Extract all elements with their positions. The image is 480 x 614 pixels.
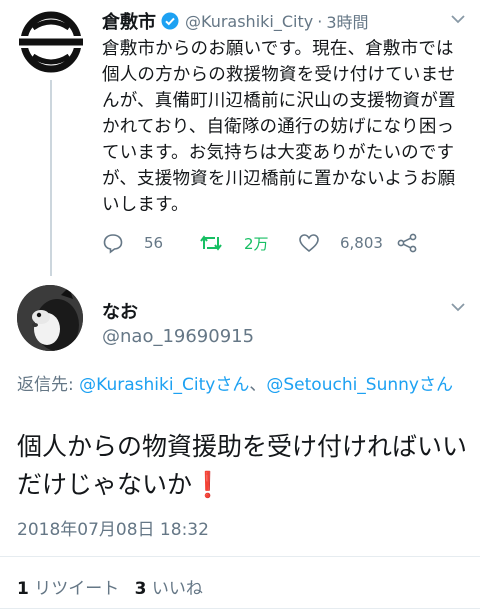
reply-to-separator: 、 <box>249 375 267 395</box>
reply-display-name[interactable]: なお <box>102 298 138 324</box>
tweet-header: 倉敷市 @Kurashiki_City · 3時間 <box>102 8 369 34</box>
reply-action[interactable]: 56 <box>102 231 163 255</box>
reply-handle[interactable]: @nao_19690915 <box>102 326 254 347</box>
chevron-down-icon[interactable] <box>450 300 466 316</box>
retweet-count: 2万 <box>244 234 269 253</box>
retweets-stat[interactable]: 1 リツイート <box>17 579 119 599</box>
tweet-text: 倉敷市からのお願いです。現在、倉敷市では個人の方からの救援物資を受け付けていませ… <box>102 39 456 215</box>
retweets-label: リツイート <box>34 579 120 599</box>
reply-to-user-link[interactable]: @Kurashiki_Cityさん <box>79 375 249 395</box>
retweets-count: 1 <box>17 579 29 599</box>
retweet-icon <box>198 232 234 254</box>
exclamation-emoji-icon: ❗ <box>192 470 224 499</box>
tweet-display-name[interactable]: 倉敷市 <box>102 8 156 34</box>
verified-badge-icon <box>161 12 179 30</box>
reply-count: 56 <box>144 234 164 252</box>
like-action[interactable]: 6,803 <box>298 231 383 255</box>
reply-to-line: 返信先: @Kurashiki_Cityさん、@Setouchi_Sunnyさん <box>17 373 467 397</box>
tweet-handle[interactable]: @Kurashiki_City <box>185 12 313 31</box>
thread-connector-line <box>50 80 52 276</box>
engagement-stats: 1 リツイート 3 いいね <box>17 574 203 599</box>
like-icon <box>298 232 330 254</box>
city-logo-avatar[interactable] <box>19 10 83 74</box>
reply-to-label: 返信先: <box>17 375 80 395</box>
reply-icon <box>102 232 134 254</box>
reply-to-user-link[interactable]: @Setouchi_Sunnyさん <box>266 375 453 395</box>
header-separator: · <box>317 11 323 31</box>
tweet-actions: 56 2万 6,803 <box>102 231 452 255</box>
likes-count: 3 <box>134 579 147 599</box>
cat-avatar[interactable] <box>17 285 83 351</box>
like-count: 6,803 <box>340 234 383 252</box>
likes-label: いいね <box>151 579 203 599</box>
reply-text-body: 個人からの物資援助を受け付ければいいだけじゃないか <box>17 432 468 499</box>
share-icon[interactable] <box>396 231 428 255</box>
likes-stat[interactable]: 3 いいね <box>135 579 203 599</box>
chevron-down-icon[interactable] <box>450 12 466 28</box>
divider <box>0 608 480 609</box>
tweet-time[interactable]: 3時間 <box>326 9 368 33</box>
reply-timestamp[interactable]: 2018年07月08日 18:32 <box>17 515 209 540</box>
retweet-action[interactable]: 2万 <box>198 231 269 255</box>
divider <box>0 556 480 557</box>
reply-text: 個人からの物資援助を受け付ければいいだけじゃないか❗ <box>17 428 472 504</box>
